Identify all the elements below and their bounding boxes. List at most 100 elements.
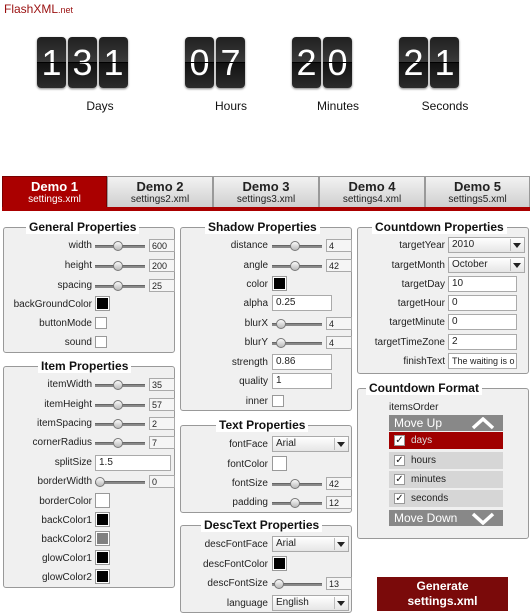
slider-knob[interactable] [113,400,123,410]
flip-digit: 1 [430,37,459,88]
slider-knob[interactable] [95,477,105,487]
slider-knob[interactable] [276,338,286,348]
item-height-value[interactable]: 57 [149,398,175,411]
slider-knob[interactable] [113,281,123,291]
logo-suffix: .net [58,5,74,15]
logo: FlashXML.net [4,2,73,16]
target-year-select[interactable]: 2010 [448,237,525,253]
padding-slider[interactable] [272,498,322,508]
target-hour-input[interactable]: 0 [448,295,517,311]
glow-color-2-swatch[interactable] [95,569,110,584]
tab-demo-3[interactable]: Demo 3 settings3.xml [213,176,319,208]
item-spacing-slider[interactable] [95,419,145,429]
spacing-value[interactable]: 25 [149,279,175,292]
slider-knob[interactable] [274,579,284,589]
target-minute-input[interactable]: 0 [448,314,517,330]
font-size-value[interactable]: 42 [326,477,352,490]
quality-input[interactable]: 1 [272,373,332,389]
swatch-fill [97,571,108,582]
generate-settings-button[interactable]: Generate settings.xml [377,577,508,611]
tab-demo-4[interactable]: Demo 4 settings4.xml [319,176,425,208]
corner-radius-slider[interactable] [95,438,145,448]
width-value[interactable]: 600 [149,239,175,252]
item-spacing-value[interactable]: 2 [149,417,175,430]
font-face-select[interactable]: Arial [272,436,349,452]
blur-x-value[interactable]: 4 [326,317,352,330]
label-back-color-2: backColor2 [41,534,92,545]
angle-value[interactable]: 42 [326,259,352,272]
button-mode-checkbox[interactable] [95,317,107,329]
tab-demo-5[interactable]: Demo 5 settings5.xml [425,176,530,208]
height-value[interactable]: 200 [149,259,175,272]
tab-demo-2[interactable]: Demo 2 settings2.xml [107,176,213,208]
slider-knob[interactable] [290,498,300,508]
desc-font-size-value[interactable]: 13 [326,577,352,590]
item-height-slider[interactable] [95,400,145,410]
swatch-fill [97,495,108,506]
desc-font-face-select[interactable]: Arial [272,536,349,552]
select-separator [334,438,335,450]
split-size-input[interactable]: 1.5 [95,455,171,471]
desc-font-size-slider[interactable] [272,579,322,589]
target-month-select[interactable]: October [448,257,525,273]
language-select[interactable]: English [272,595,349,611]
distance-slider[interactable] [272,241,322,251]
item-width-value[interactable]: 35 [149,378,175,391]
tab-demo-1[interactable]: Demo 1 settings.xml [2,176,107,208]
strength-input[interactable]: 0.86 [272,354,332,370]
distance-value[interactable]: 4 [326,239,352,252]
target-time-zone-input[interactable]: 2 [448,334,517,350]
blur-x-slider[interactable] [272,319,322,329]
desc-font-color-swatch[interactable] [272,556,287,571]
slider-knob[interactable] [113,438,123,448]
background-color-swatch[interactable] [95,296,110,311]
select-value: Arial [276,438,297,449]
spacing-slider[interactable] [95,281,145,291]
label-target-time-zone: targetTimeZone [374,337,445,348]
width-slider[interactable] [95,241,145,251]
unit-label-days: Days [86,99,114,113]
glow-color-1-swatch[interactable] [95,550,110,565]
order-item-hours[interactable]: ✓ hours [389,452,503,469]
target-day-input[interactable]: 10 [448,276,517,292]
inner-checkbox[interactable] [272,395,284,407]
tab-file: settings2.xml [130,194,190,205]
font-size-slider[interactable] [272,479,322,489]
padding-value[interactable]: 12 [326,496,352,509]
move-down-button[interactable]: Move Down [389,510,503,526]
finish-text-input[interactable]: The waiting is o [448,353,517,369]
shadow-color-swatch[interactable] [272,276,287,291]
slider-knob[interactable] [290,241,300,251]
slider-knob[interactable] [276,319,286,329]
check-icon[interactable]: ✓ [394,474,405,485]
border-width-value[interactable]: 0 [149,475,175,488]
check-icon[interactable]: ✓ [394,493,405,504]
font-color-swatch[interactable] [272,456,287,471]
item-width-slider[interactable] [95,380,145,390]
check-icon[interactable]: ✓ [394,455,405,466]
blur-y-slider[interactable] [272,338,322,348]
tab-title: Demo 4 [348,179,396,194]
angle-slider[interactable] [272,261,322,271]
slider-knob[interactable] [113,419,123,429]
height-slider[interactable] [95,261,145,271]
blur-y-value[interactable]: 4 [326,336,352,349]
order-item-seconds[interactable]: ✓ seconds [389,490,503,507]
alpha-input[interactable]: 0.25 [272,295,332,311]
slider-knob[interactable] [113,261,123,271]
slider-knob[interactable] [290,261,300,271]
label-border-width: borderWidth [37,476,92,487]
corner-radius-value[interactable]: 7 [149,436,175,449]
back-color-1-swatch[interactable] [95,512,110,527]
move-up-button[interactable]: Move Up [389,415,503,431]
sound-checkbox[interactable] [95,336,107,348]
border-color-swatch[interactable] [95,493,110,508]
slider-knob[interactable] [113,241,123,251]
slider-knob[interactable] [113,380,123,390]
back-color-2-swatch[interactable] [95,531,110,546]
check-icon[interactable]: ✓ [394,435,405,446]
order-item-minutes[interactable]: ✓ minutes [389,471,503,488]
border-width-slider[interactable] [95,477,145,487]
order-item-days[interactable]: ✓ days [389,432,503,449]
slider-knob[interactable] [290,479,300,489]
